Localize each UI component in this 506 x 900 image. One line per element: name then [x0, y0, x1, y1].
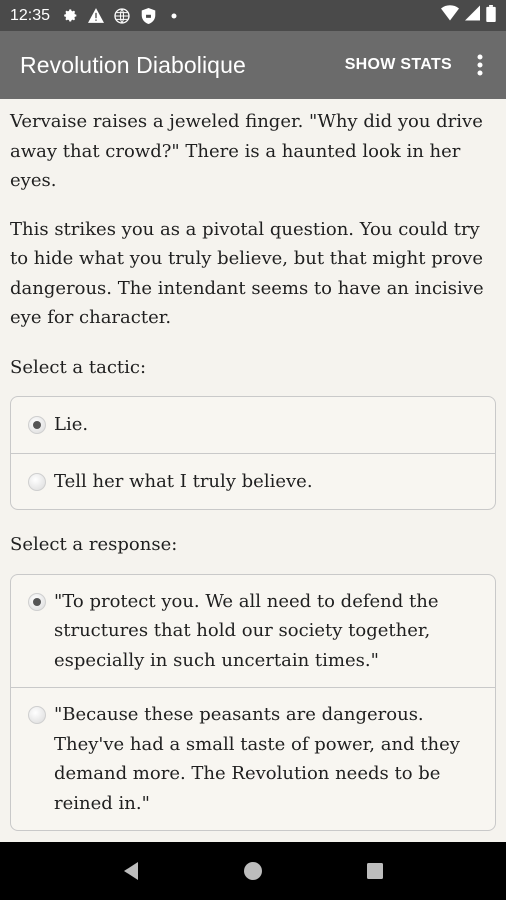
- wifi-icon: [441, 5, 459, 26]
- radio-button[interactable]: [28, 472, 46, 491]
- tactic-label: Select a tactic:: [10, 356, 147, 378]
- response-option-peasants[interactable]: "Because these peasants are dangerous. T…: [11, 687, 495, 830]
- choice-text: "To protect you. We all need to defend t…: [54, 590, 439, 671]
- response-label: Select a response:: [10, 534, 178, 555]
- battery-icon: [486, 4, 496, 27]
- status-time: 12:35: [10, 6, 51, 24]
- shield-icon: [140, 7, 156, 24]
- navigation-bar: [0, 842, 506, 900]
- warning-icon: [88, 8, 105, 24]
- dot-icon: [166, 8, 182, 24]
- show-stats-button[interactable]: SHOW STATS: [339, 46, 458, 84]
- choice-text: Tell her what I truly believe.: [54, 470, 313, 492]
- recents-icon[interactable]: [351, 847, 399, 895]
- home-icon[interactable]: [229, 847, 277, 895]
- story-paragraph: Vervaise raises a jeweled finger. "Why d…: [10, 111, 483, 191]
- back-icon[interactable]: [107, 847, 155, 895]
- tactic-choices: Lie. Tell her what I truly believe.: [10, 396, 496, 510]
- status-bar: 12:35: [0, 0, 506, 31]
- choice-text: "Because these peasants are dangerous. T…: [54, 704, 460, 814]
- app-title: Revolution Diabolique: [20, 51, 246, 78]
- more-vert-icon[interactable]: [458, 43, 502, 87]
- response-option-protect[interactable]: "To protect you. We all need to defend t…: [11, 575, 495, 688]
- tactic-option-lie[interactable]: Lie.: [11, 397, 495, 453]
- response-choices: "To protect you. We all need to defend t…: [10, 573, 496, 831]
- radio-button-selected[interactable]: [28, 416, 46, 434]
- radio-button-selected[interactable]: [28, 592, 46, 611]
- gear-icon: [62, 8, 78, 24]
- signal-icon: [465, 5, 480, 26]
- app-bar: Revolution Diabolique SHOW STATS: [0, 31, 506, 99]
- globe-icon: [114, 7, 130, 24]
- tactic-option-truth[interactable]: Tell her what I truly believe.: [11, 452, 495, 510]
- story-paragraph: This strikes you as a pivotal question. …: [10, 218, 484, 329]
- choice-text: Lie.: [54, 414, 89, 435]
- story-content: Vervaise raises a jeweled finger. "Why d…: [0, 99, 506, 842]
- radio-button[interactable]: [28, 706, 46, 724]
